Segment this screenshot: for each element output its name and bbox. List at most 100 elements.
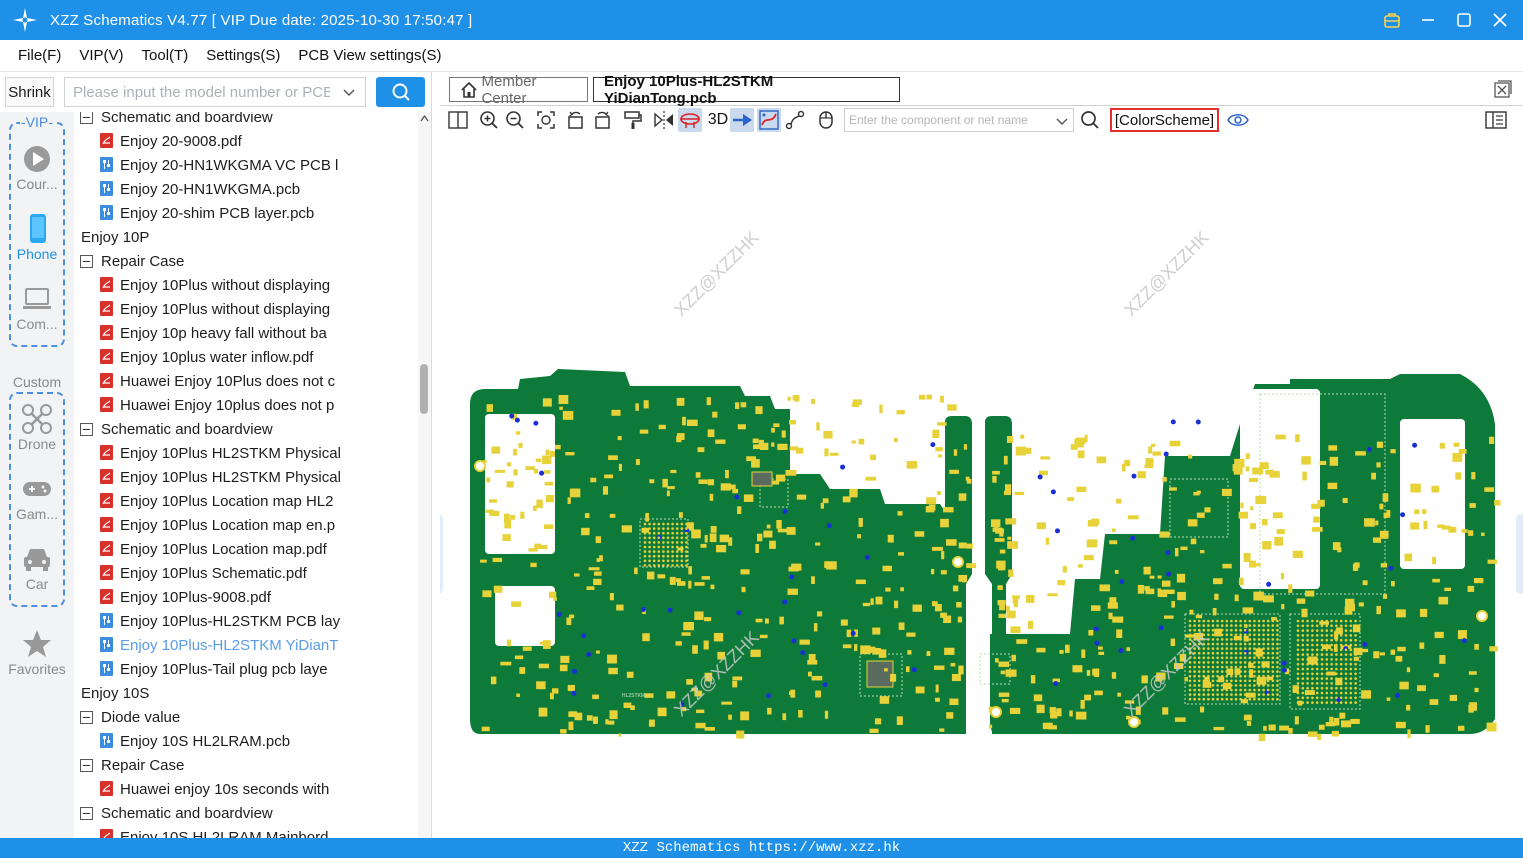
tree-file-item[interactable]: Enjoy 20-9008.pdf	[100, 129, 242, 153]
tree-file-item[interactable]: Enjoy 20-HN1WKGMA.pcb	[100, 177, 300, 201]
bga-ball	[1197, 619, 1201, 623]
menu-settings[interactable]: Settings(S)	[198, 47, 288, 64]
fit-view-button[interactable]	[534, 108, 558, 132]
collapse-toggle-icon[interactable]: −	[80, 758, 93, 772]
tree-folder[interactable]: − Schematic and boardview	[80, 417, 273, 441]
tree-file-item[interactable]: Enjoy 10Plus Location map.pdf	[100, 537, 327, 561]
tree-folder[interactable]: − Schematic and boardview	[80, 801, 273, 825]
pcb-board-drawing[interactable]: HL2STKM	[440, 134, 1523, 838]
mirror-button[interactable]	[652, 108, 676, 132]
select-arrow-button[interactable]	[730, 108, 754, 132]
tree-file-item[interactable]: Enjoy 10S HL2LRAM Mainbord	[100, 825, 328, 838]
collapse-toggle-icon[interactable]: −	[80, 112, 93, 124]
color-scheme-button[interactable]: [ColorScheme]	[1110, 108, 1219, 132]
tree-file-item[interactable]: Huawei Enjoy 10plus does not p	[100, 393, 334, 417]
bga-ball	[1234, 633, 1238, 637]
maximize-button[interactable]	[1451, 7, 1477, 33]
tree-folder[interactable]: − Repair Case	[80, 249, 184, 273]
tab-active-pcb-file[interactable]: Enjoy 10Plus-HL2STKM YiDianTong.pcb	[593, 73, 900, 107]
tree-file-item[interactable]: Enjoy 10Plus-Tail plug pcb laye	[100, 657, 328, 681]
zoom-in-button[interactable]	[477, 108, 501, 132]
search-button[interactable]	[376, 77, 425, 107]
component-search-input[interactable]	[845, 109, 1045, 131]
paint-button[interactable]	[621, 108, 645, 132]
tree-file-item[interactable]: Enjoy 20-HN1WKGMA VC PCB l	[100, 153, 338, 177]
bga-ball	[1216, 674, 1219, 678]
rotate-right-button[interactable]	[590, 108, 614, 132]
tree-folder[interactable]: −Enjoy 10S	[74, 681, 149, 705]
bga-ball	[1234, 656, 1238, 660]
rail-item-courses[interactable]: Cour...	[0, 142, 74, 192]
tree-folder[interactable]: − Diode value	[80, 705, 180, 729]
collapse-toggle-icon[interactable]: −	[80, 422, 93, 436]
tree-file-item[interactable]: Enjoy 10Plus Location map HL2	[100, 489, 333, 513]
rotate-left-button[interactable]	[564, 108, 588, 132]
tree-folder[interactable]: − Repair Case	[80, 753, 184, 777]
split-view-button[interactable]	[446, 108, 470, 132]
visibility-button[interactable]	[1226, 108, 1250, 132]
pad	[937, 422, 947, 426]
tree-file-item[interactable]: Enjoy 10Plus without displaying	[100, 273, 330, 297]
pcb-canvas[interactable]: XZZ@XZZHK XZZ@XZZHK HL2STKM XZZ@XZZHK XZ…	[440, 134, 1523, 838]
bga-ball	[1234, 661, 1238, 664]
component-search-button[interactable]	[1078, 108, 1102, 132]
pad	[1152, 451, 1162, 456]
close-button[interactable]	[1487, 7, 1513, 33]
shrink-button[interactable]: Shrink	[5, 77, 54, 107]
tree-file-item[interactable]: Enjoy 10Plus-HL2STKM YiDianT	[100, 633, 338, 657]
flip-board-button[interactable]	[678, 108, 702, 132]
pad	[678, 512, 683, 518]
tree-file-item[interactable]: Enjoy 10Plus Schematic.pdf	[100, 561, 307, 585]
tree-file-item[interactable]: Enjoy 10Plus HL2STKM Physical	[100, 441, 341, 465]
tree-file-item[interactable]: Enjoy 10Plus Location map en.p	[100, 513, 335, 537]
menu-vip[interactable]: VIP(V)	[71, 47, 131, 64]
bga-ball	[643, 541, 647, 544]
tree-folder[interactable]: − Schematic and boardview	[80, 112, 273, 129]
bga-ball	[1330, 691, 1333, 695]
rail-item-game[interactable]: Gam...	[0, 472, 74, 522]
bga-ball	[1230, 656, 1233, 660]
chevron-down-icon[interactable]	[341, 84, 357, 100]
rail-item-car[interactable]: Car	[0, 542, 74, 592]
title-bar: XZZ Schematics V4.77 [ VIP Due date: 202…	[0, 0, 1523, 40]
tree-file-item[interactable]: Enjoy 10S HL2LRAM.pcb	[100, 729, 290, 753]
menu-file[interactable]: File(F)	[10, 47, 69, 64]
zoom-out-button[interactable]	[503, 108, 527, 132]
tree-file-item[interactable]: Huawei enjoy 10s seconds with	[100, 777, 329, 801]
rail-item-favorites[interactable]: Favorites	[0, 627, 74, 677]
minimize-button[interactable]	[1415, 7, 1441, 33]
tree-file-item[interactable]: Enjoy 10p heavy fall without ba	[100, 321, 327, 345]
bga-ball	[1325, 682, 1329, 685]
vip-bag-icon[interactable]	[1379, 7, 1405, 33]
tree-file-item[interactable]: Enjoy 10Plus-9008.pdf	[100, 585, 271, 609]
tree-file-item[interactable]: Enjoy 10Plus HL2STKM Physical	[100, 465, 341, 489]
3d-view-button[interactable]: 3D	[704, 108, 732, 132]
model-search-input[interactable]	[65, 78, 330, 106]
mouse-mode-button[interactable]	[814, 108, 838, 132]
rail-item-computer[interactable]: Com...	[0, 282, 74, 332]
close-all-tabs-icon[interactable]	[1494, 80, 1512, 98]
tree-file-item[interactable]: Enjoy 10Plus without displaying	[100, 297, 330, 321]
net-highlight-button[interactable]	[757, 108, 781, 132]
collapse-toggle-icon[interactable]: −	[80, 710, 93, 724]
tree-file-item[interactable]: Enjoy 10Plus-HL2STKM PCB lay	[100, 609, 340, 633]
tree-file-item[interactable]: Enjoy 10plus water inflow.pdf	[100, 345, 313, 369]
collapse-toggle-icon[interactable]: −	[80, 254, 93, 268]
tree-folder[interactable]: −Enjoy 10P	[74, 225, 149, 249]
tree-file-item[interactable]: Huawei Enjoy 10Plus does not c	[100, 369, 335, 393]
menu-pcb-view-settings[interactable]: PCB View settings(S)	[290, 47, 449, 64]
menu-tool[interactable]: Tool(T)	[134, 47, 197, 64]
tree-file-item[interactable]: Enjoy 20-shim PCB layer.pcb	[100, 201, 314, 225]
trace-route-button[interactable]	[783, 108, 807, 132]
scrollbar-thumb[interactable]	[420, 364, 428, 414]
pad	[1352, 563, 1359, 571]
side-panel-toggle-button[interactable]	[1484, 108, 1508, 132]
scroll-up-icon[interactable]	[420, 114, 429, 123]
rail-item-drone[interactable]: Drone	[0, 402, 74, 452]
chevron-down-icon[interactable]	[1055, 114, 1069, 128]
collapse-toggle-icon[interactable]: −	[80, 806, 93, 820]
tab-member-center[interactable]: Member Center	[449, 73, 588, 107]
rail-item-phone[interactable]: Phone	[0, 212, 74, 262]
tree-scrollbar[interactable]	[418, 112, 431, 838]
via	[1366, 446, 1372, 452]
